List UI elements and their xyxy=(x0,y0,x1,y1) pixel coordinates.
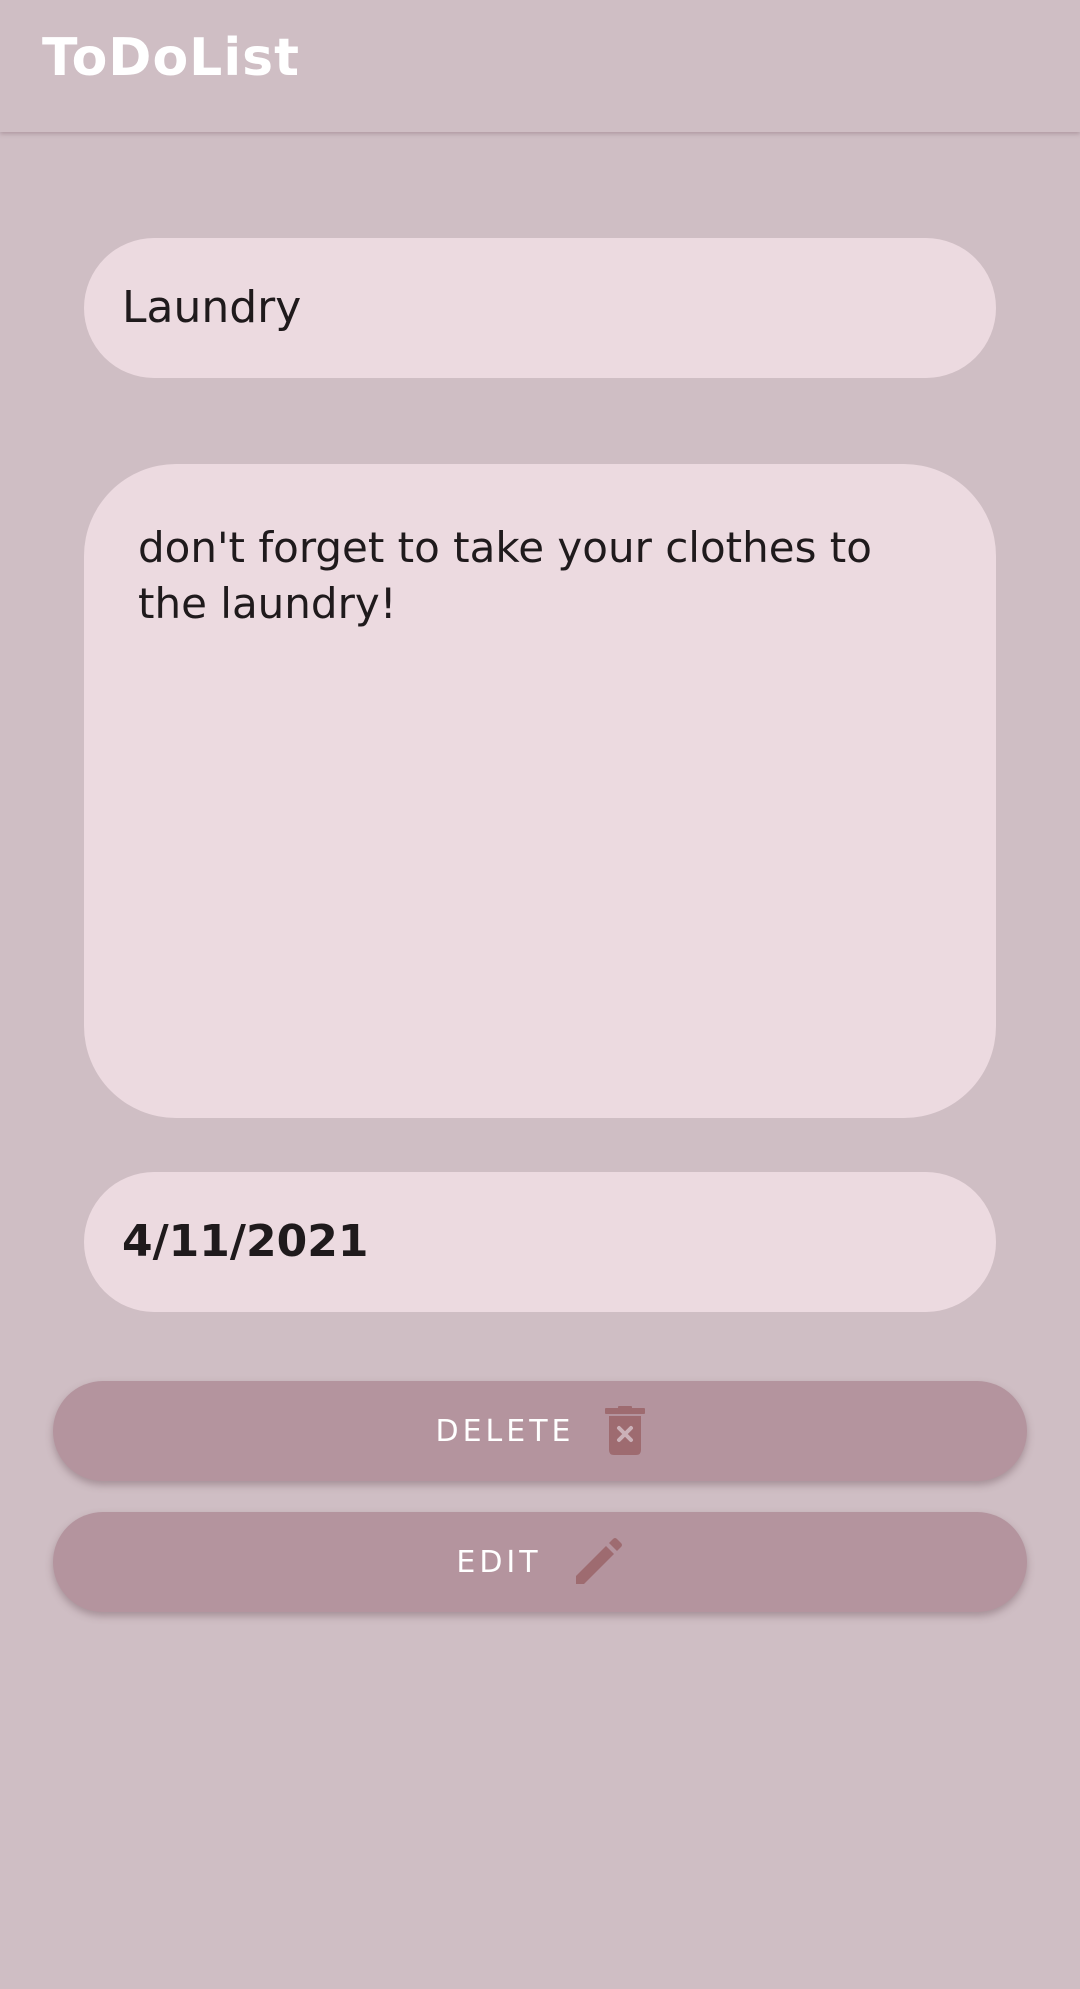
delete-button-label: DELETE xyxy=(435,1413,575,1449)
trash-icon xyxy=(604,1406,645,1456)
app-bar: ToDoList xyxy=(0,0,1080,132)
edit-button[interactable]: EDIT xyxy=(53,1512,1027,1612)
title-field[interactable]: Laundry xyxy=(84,238,996,378)
delete-button[interactable]: DELETE xyxy=(53,1381,1027,1481)
pencil-icon xyxy=(572,1536,624,1588)
app-title: ToDoList xyxy=(42,28,300,88)
date-field[interactable]: 4/11/2021 xyxy=(84,1172,996,1312)
description-field[interactable]: don't forget to take your clothes to the… xyxy=(84,464,996,1118)
edit-button-label: EDIT xyxy=(456,1544,542,1580)
